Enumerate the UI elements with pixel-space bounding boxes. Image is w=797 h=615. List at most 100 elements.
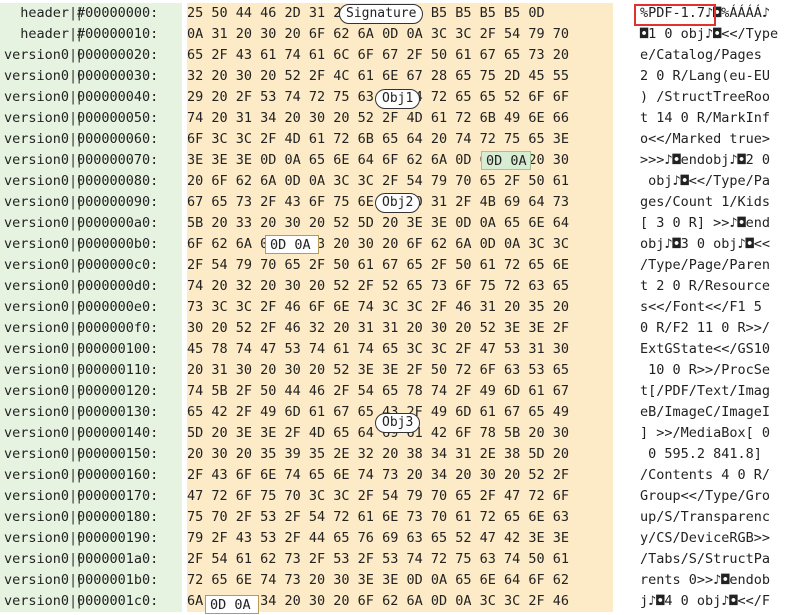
ascii-row[interactable]: y/CS/DeviceRGB>> bbox=[640, 528, 797, 549]
hex-bytes[interactable]: 73 3C 3C 2F 46 6F 6E 74 3C 3C 2F 46 31 2… bbox=[187, 299, 569, 315]
hex-row[interactable]: 2F 54 61 62 73 2F 53 2F 53 74 72 75 63 7… bbox=[187, 549, 613, 570]
ascii-row[interactable]: up/S/Transparenc bbox=[640, 507, 797, 528]
ascii-row[interactable]: Group<</Type/Gro bbox=[640, 486, 797, 507]
ascii-row[interactable]: t 14 0 R/MarkInf bbox=[640, 108, 797, 129]
hex-bytes[interactable]: 79 2F 43 53 2F 44 65 76 69 63 65 52 47 4… bbox=[187, 530, 569, 546]
ascii-row[interactable]: ] >>/MediaBox[ 0 bbox=[640, 423, 797, 444]
hex-row[interactable]: 3E 3E 3E 0D 0A 65 6E 64 6F 62 6A 0D 0A 3… bbox=[187, 150, 613, 171]
hex-bytes[interactable]: 74 5B 2F 50 44 46 2F 54 65 78 74 2F 49 6… bbox=[187, 383, 569, 399]
ascii-row[interactable]: o<</Marked true> bbox=[640, 129, 797, 150]
ascii-row[interactable]: ) /StructTreeRoo bbox=[640, 87, 797, 108]
ascii-row[interactable]: t[/PDF/Text/Imag bbox=[640, 381, 797, 402]
ascii-row[interactable]: 0 595.2 841.8] bbox=[640, 444, 797, 465]
ascii-text[interactable]: obj♪◘<</Type/Pa bbox=[640, 173, 770, 189]
hex-row[interactable]: 6F 3C 3C 2F 4D 61 72 6B 65 64 20 74 72 7… bbox=[187, 129, 613, 150]
hex-row[interactable]: 47 72 6F 75 70 3C 3C 2F 54 79 70 65 2F 4… bbox=[187, 486, 613, 507]
ascii-text[interactable]: Group<</Type/Gro bbox=[640, 488, 770, 504]
hex-row[interactable]: 75 70 2F 53 2F 54 72 61 6E 73 70 61 72 6… bbox=[187, 507, 613, 528]
hex-bytes[interactable]: 2F 54 61 62 73 2F 53 2F 53 74 72 75 63 7… bbox=[187, 551, 569, 567]
ascii-text[interactable]: 10 0 R>>/ProcSe bbox=[640, 362, 770, 378]
hex-bytes[interactable]: 20 30 20 35 39 35 2E 32 20 38 34 31 2E 3… bbox=[187, 446, 569, 462]
ascii-text[interactable]: j♪◘4 0 obj♪◘<</F bbox=[640, 593, 770, 609]
ascii-row[interactable]: /Tabs/S/StructPa bbox=[640, 549, 797, 570]
ascii-row[interactable]: /Contents 4 0 R/ bbox=[640, 465, 797, 486]
hex-row[interactable]: 20 6F 62 6A 0D 0A 3C 3C 2F 54 79 70 65 2… bbox=[187, 171, 613, 192]
ascii-text[interactable]: 0 R/F2 11 0 R>>/ bbox=[640, 320, 770, 336]
ascii-row[interactable]: 0 R/F2 11 0 R>>/ bbox=[640, 318, 797, 339]
hex-bytes[interactable]: 47 72 6F 75 70 3C 3C 2F 54 79 70 65 2F 4… bbox=[187, 488, 569, 504]
ascii-text[interactable]: eB/ImageC/ImageI bbox=[640, 404, 770, 420]
ascii-row[interactable]: /Type/Page/Paren bbox=[640, 255, 797, 276]
ascii-row[interactable]: ges/Count 1/Kids bbox=[640, 192, 797, 213]
ascii-text[interactable]: t 14 0 R/MarkInf bbox=[640, 110, 770, 126]
hex-bytes[interactable]: 2F 54 79 70 65 2F 50 61 67 65 2F 50 61 7… bbox=[187, 257, 569, 273]
ascii-text[interactable]: ) /StructTreeRoo bbox=[640, 89, 770, 105]
ascii-text[interactable]: 0 595.2 841.8] bbox=[640, 446, 770, 462]
ascii-text[interactable]: up/S/Transparenc bbox=[640, 509, 770, 525]
ascii-text[interactable]: /Contents 4 0 R/ bbox=[640, 467, 770, 483]
ascii-row[interactable]: e/Catalog/Pages bbox=[640, 45, 797, 66]
ascii-text[interactable]: 2 0 R/Lang(eu-EU bbox=[640, 68, 770, 84]
ascii-row[interactable]: ExtGState<</GS10 bbox=[640, 339, 797, 360]
ascii-text[interactable]: rents 0>>♪◘endob bbox=[640, 572, 770, 588]
hex-row[interactable]: 74 20 32 20 30 20 52 2F 52 65 73 6F 75 7… bbox=[187, 276, 613, 297]
ascii-text[interactable]: obj♪◘3 0 obj♪◘<< bbox=[640, 236, 770, 252]
hex-bytes[interactable]: 65 2F 43 61 74 61 6C 6F 67 2F 50 61 67 6… bbox=[187, 47, 569, 63]
ascii-row[interactable]: j♪◘4 0 obj♪◘<</F bbox=[640, 591, 797, 612]
ascii-text[interactable]: t 2 0 R/Resource bbox=[640, 278, 770, 294]
ascii-text[interactable]: [ 3 0 R] >>♪◘end bbox=[640, 215, 770, 231]
hex-bytes[interactable]: 6F 3C 3C 2F 4D 61 72 6B 65 64 20 74 72 7… bbox=[187, 131, 569, 147]
ascii-text[interactable]: /Type/Page/Paren bbox=[640, 257, 770, 273]
ascii-text[interactable]: >>>♪◘endobj♪◘2 0 bbox=[640, 152, 770, 168]
hex-row[interactable]: 20 30 20 35 39 35 2E 32 20 38 34 31 2E 3… bbox=[187, 444, 613, 465]
hex-bytes[interactable]: 20 6F 62 6A 0D 0A 3C 3C 2F 54 79 70 65 2… bbox=[187, 173, 569, 189]
ascii-row[interactable]: rents 0>>♪◘endob bbox=[640, 570, 797, 591]
hex-bytes[interactable]: 75 70 2F 53 2F 54 72 61 6E 73 70 61 72 6… bbox=[187, 509, 569, 525]
ascii-row[interactable]: obj♪◘<</Type/Pa bbox=[640, 171, 797, 192]
ascii-row[interactable]: t 2 0 R/Resource bbox=[640, 276, 797, 297]
hex-row[interactable]: 74 20 31 34 20 30 20 52 2F 4D 61 72 6B 4… bbox=[187, 108, 613, 129]
ascii-text[interactable]: ◘1 0 obj♪◘<</Type bbox=[640, 26, 778, 42]
hex-row[interactable]: 74 5B 2F 50 44 46 2F 54 65 78 74 2F 49 6… bbox=[187, 381, 613, 402]
ascii-row[interactable]: 2 0 R/Lang(eu-EU bbox=[640, 66, 797, 87]
hex-row[interactable]: 45 78 74 47 53 74 61 74 65 3C 3C 2F 47 5… bbox=[187, 339, 613, 360]
ascii-row[interactable]: s<</Font<</F1 5 bbox=[640, 297, 797, 318]
hex-row[interactable]: 2F 54 79 70 65 2F 50 61 67 65 2F 50 61 7… bbox=[187, 255, 613, 276]
hex-bytes[interactable]: 45 78 74 47 53 74 61 74 65 3C 3C 2F 47 5… bbox=[187, 341, 569, 357]
ascii-text[interactable]: o<</Marked true> bbox=[640, 131, 770, 147]
hex-bytes[interactable]: 20 31 30 20 30 20 52 3E 3E 2F 50 72 6F 6… bbox=[187, 362, 569, 378]
hex-row[interactable]: 73 3C 3C 2F 46 6F 6E 74 3C 3C 2F 46 31 2… bbox=[187, 297, 613, 318]
hex-bytes[interactable]: 6F 62 6A 0D 0A 33 20 30 20 6F 62 6A 0D 0… bbox=[187, 236, 569, 252]
hex-bytes[interactable]: 5B 20 33 20 30 20 52 5D 20 3E 3E 0D 0A 6… bbox=[187, 215, 569, 231]
ascii-row[interactable]: [ 3 0 R] >>♪◘end bbox=[640, 213, 797, 234]
hex-bytes[interactable]: 30 20 52 2F 46 32 20 31 31 20 30 20 52 3… bbox=[187, 320, 569, 336]
ascii-row[interactable]: obj♪◘3 0 obj♪◘<< bbox=[640, 234, 797, 255]
hex-bytes[interactable]: 32 20 30 20 52 2F 4C 61 6E 67 28 65 75 2… bbox=[187, 68, 569, 84]
ascii-row[interactable]: >>>♪◘endobj♪◘2 0 bbox=[640, 150, 797, 171]
hex-row[interactable]: 5B 20 33 20 30 20 52 5D 20 3E 3E 0D 0A 6… bbox=[187, 213, 613, 234]
hex-bytes[interactable]: 74 20 31 34 20 30 20 52 2F 4D 61 72 6B 4… bbox=[187, 110, 569, 126]
ascii-text[interactable]: e/Catalog/Pages bbox=[640, 47, 770, 63]
hex-row[interactable]: 79 2F 43 53 2F 44 65 76 69 63 65 52 47 4… bbox=[187, 528, 613, 549]
ascii-text[interactable]: ges/Count 1/Kids bbox=[640, 194, 770, 210]
ascii-row[interactable]: eB/ImageC/ImageI bbox=[640, 402, 797, 423]
hex-row[interactable]: 2F 43 6F 6E 74 65 6E 74 73 20 34 20 30 2… bbox=[187, 465, 613, 486]
ascii-text[interactable]: ExtGState<</GS10 bbox=[640, 341, 770, 357]
ascii-row[interactable]: 10 0 R>>/ProcSe bbox=[640, 360, 797, 381]
hex-bytes[interactable]: 74 20 32 20 30 20 52 2F 52 65 73 6F 75 7… bbox=[187, 278, 569, 294]
ascii-text[interactable]: y/CS/DeviceRGB>> bbox=[640, 530, 770, 546]
hex-row[interactable]: 6F 62 6A 0D 0A 33 20 30 20 6F 62 6A 0D 0… bbox=[187, 234, 613, 255]
hex-bytes[interactable]: 2F 43 6F 6E 74 65 6E 74 73 20 34 20 30 2… bbox=[187, 467, 569, 483]
hex-row[interactable]: 0A 31 20 30 20 6F 62 6A 0D 0A 3C 3C 2F 5… bbox=[187, 24, 613, 45]
hex-row[interactable]: 65 2F 43 61 74 61 6C 6F 67 2F 50 61 67 6… bbox=[187, 45, 613, 66]
hex-bytes[interactable]: 0A 31 20 30 20 6F 62 6A 0D 0A 3C 3C 2F 5… bbox=[187, 26, 569, 42]
ascii-text[interactable]: /Tabs/S/StructPa bbox=[640, 551, 770, 567]
ascii-row[interactable]: ◘1 0 obj♪◘<</Type bbox=[640, 24, 797, 45]
hex-row[interactable]: 72 65 6E 74 73 20 30 3E 3E 0D 0A 65 6E 6… bbox=[187, 570, 613, 591]
hex-row[interactable]: 20 31 30 20 30 20 52 3E 3E 2F 50 72 6F 6… bbox=[187, 360, 613, 381]
hex-row[interactable]: 32 20 30 20 52 2F 4C 61 6E 67 28 65 75 2… bbox=[187, 66, 613, 87]
ascii-text[interactable]: ] >>/MediaBox[ 0 bbox=[640, 425, 770, 441]
ascii-text[interactable]: t[/PDF/Text/Imag bbox=[640, 383, 770, 399]
hex-row[interactable]: 30 20 52 2F 46 32 20 31 31 20 30 20 52 3… bbox=[187, 318, 613, 339]
hex-bytes[interactable]: 72 65 6E 74 73 20 30 3E 3E 0D 0A 65 6E 6… bbox=[187, 572, 569, 588]
